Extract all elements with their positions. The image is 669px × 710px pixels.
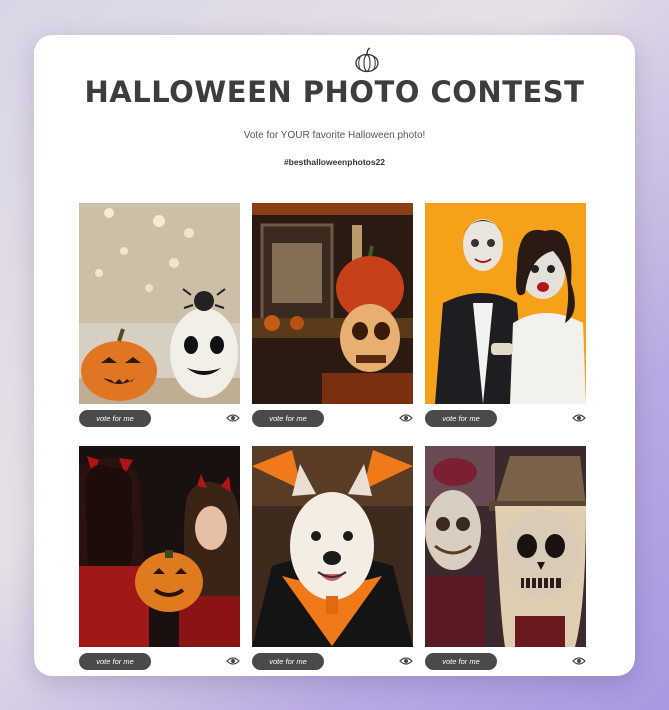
photo-entry: vote for me: [425, 446, 586, 673]
eye-icon[interactable]: [226, 656, 240, 666]
photo-entry: vote for me: [252, 203, 413, 430]
contest-hashtag: #besthalloweenphotos22: [283, 157, 386, 167]
page-subtitle: Vote for YOUR favorite Halloween photo!: [243, 130, 426, 141]
eye-icon[interactable]: [572, 656, 586, 666]
entry-actions: vote for me: [252, 410, 413, 430]
entry-photo[interactable]: [79, 446, 240, 647]
entry-photo[interactable]: [252, 446, 413, 647]
pumpkin-icon: [355, 47, 379, 73]
entry-actions: vote for me: [79, 653, 240, 673]
vote-button[interactable]: vote for me: [252, 410, 324, 427]
vote-button[interactable]: vote for me: [79, 410, 151, 427]
eye-icon[interactable]: [399, 413, 413, 423]
entry-photo[interactable]: [79, 203, 240, 404]
vote-button[interactable]: vote for me: [252, 653, 324, 670]
entry-actions: vote for me: [425, 653, 586, 673]
photo-entry: vote for me: [79, 203, 240, 430]
vote-button[interactable]: vote for me: [425, 410, 497, 427]
photo-entry: vote for me: [425, 203, 586, 430]
entry-actions: vote for me: [252, 653, 413, 673]
eye-icon[interactable]: [399, 656, 413, 666]
contest-card: HALLOWEEN PHOTO CONTEST Vote for YOUR fa…: [34, 35, 635, 676]
entry-photo[interactable]: [252, 203, 413, 404]
photo-entry: vote for me: [79, 446, 240, 673]
vote-button[interactable]: vote for me: [425, 653, 497, 670]
vote-button[interactable]: vote for me: [79, 653, 151, 670]
entry-actions: vote for me: [425, 410, 586, 430]
entry-actions: vote for me: [79, 410, 240, 430]
photo-entry: vote for me: [252, 446, 413, 673]
page-title: HALLOWEEN PHOTO CONTEST: [84, 75, 585, 109]
entry-photo[interactable]: [425, 446, 586, 647]
eye-icon[interactable]: [572, 413, 586, 423]
eye-icon[interactable]: [226, 413, 240, 423]
entry-photo[interactable]: [425, 203, 586, 404]
